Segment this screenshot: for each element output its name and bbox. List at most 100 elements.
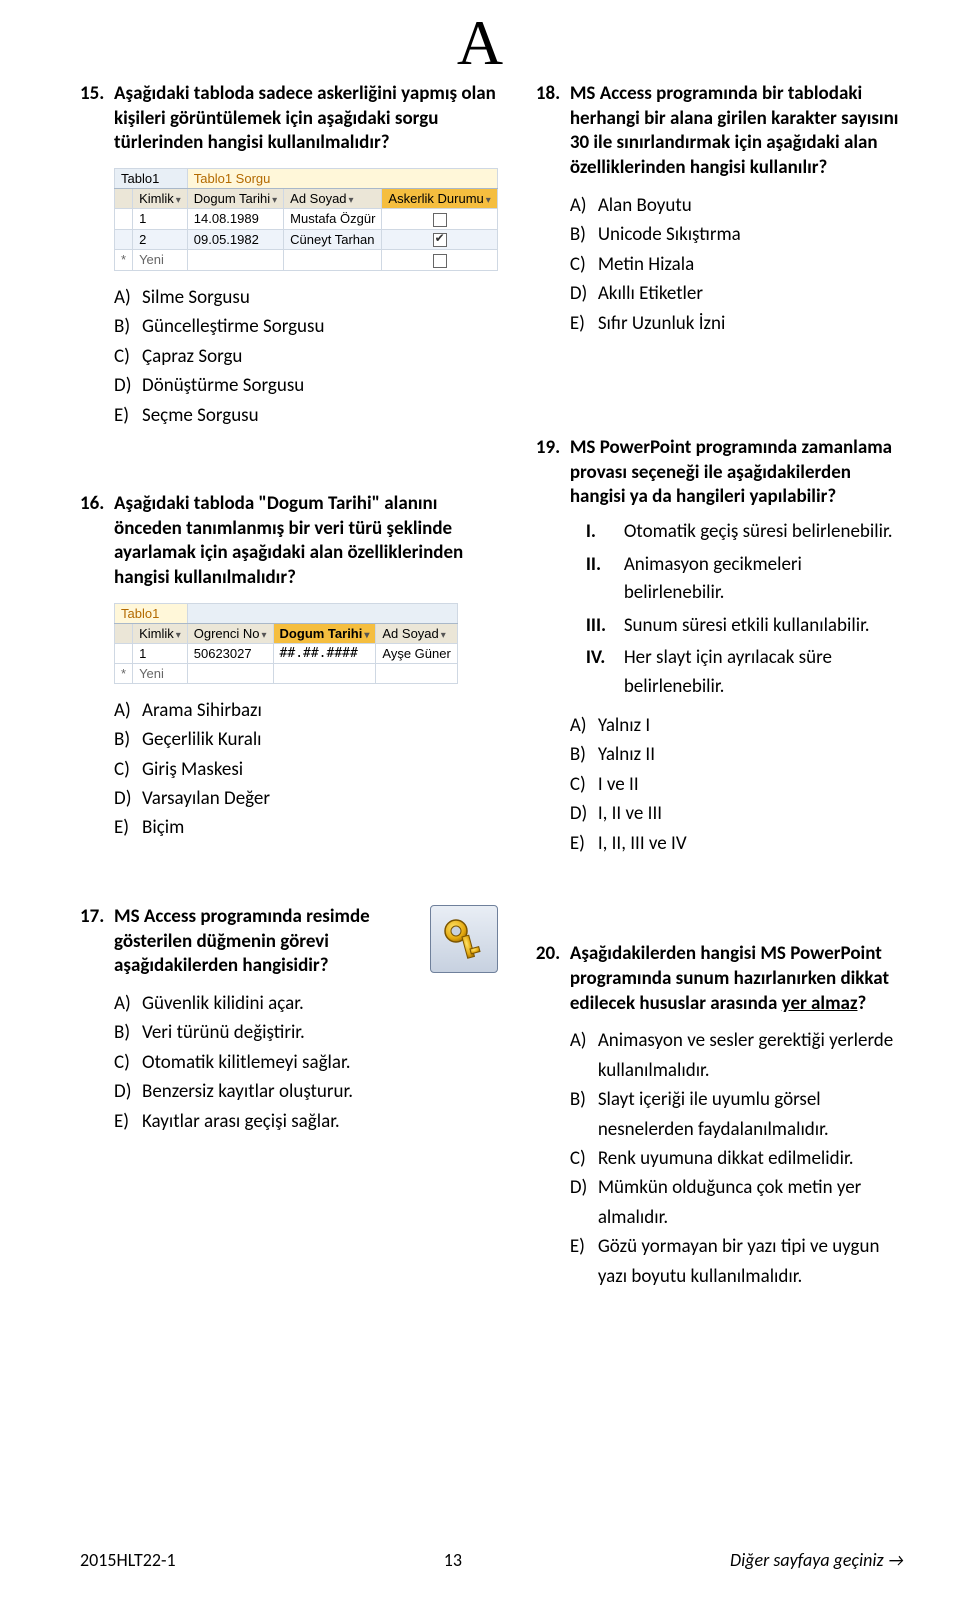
opt-label: D)	[114, 371, 142, 400]
q15-r2-c1: 2	[133, 229, 188, 250]
opt-label: E)	[570, 829, 598, 858]
opt-label: A)	[570, 1026, 598, 1085]
q17-opt-c: Otomatik kilitlemeyi sağlar.	[142, 1048, 351, 1077]
table-row: 2 09.05.1982 Cüneyt Tarhan	[115, 229, 498, 250]
q15-r2-c4	[382, 229, 497, 250]
q15-hdr-kimlik: Kimlik▾	[133, 189, 188, 209]
question-16: 16. Aşağıdaki tabloda "Dogum Tarihi" ala…	[80, 492, 498, 843]
q16-r1-c2: 50623027	[187, 643, 273, 663]
q16-hdr-dogum: Dogum Tarihi▾	[273, 623, 376, 643]
opt-label: B)	[570, 1085, 598, 1144]
q20-opt-d: Mümkün olduğunca çok metin yer almalıdır…	[598, 1173, 904, 1232]
q17-text-span: MS Access programında resimde gösterilen…	[114, 905, 370, 977]
q18-options: A)Alan Boyutu B)Unicode Sıkıştırma C)Met…	[570, 191, 904, 338]
table-row: 1 14.08.1989 Mustafa Özgür	[115, 209, 498, 230]
q16-table: Tablo1 Kimlik▾ Ogrenci No▾ Dogum Tarihi▾…	[114, 603, 458, 684]
q20-opt-e: Gözü yormayan bir yazı tipi ve uygun yaz…	[598, 1232, 904, 1291]
q19-sub-iii-num: III.	[586, 612, 624, 641]
q19-text: MS PowerPoint programında zamanlama prov…	[570, 436, 904, 510]
q17-number: 17.	[80, 905, 114, 930]
q15-opt-c: Çapraz Sorgu	[142, 342, 242, 371]
q18-opt-d: Akıllı Etiketler	[598, 279, 703, 308]
question-20: 20. Aşağıdakilerden hangisi MS PowerPoin…	[536, 942, 904, 1291]
opt-label: C)	[114, 1048, 142, 1077]
opt-label: B)	[114, 725, 142, 754]
q15-r1-c4	[382, 209, 497, 230]
q15-tab2: Tablo1 Sorgu	[187, 169, 497, 189]
q15-text: Aşağıdaki tabloda sadece askerliğini yap…	[114, 82, 498, 156]
q16-opt-d: Varsayılan Değer	[142, 784, 270, 813]
q19-opt-a: Yalnız I	[598, 711, 650, 740]
q20-opt-b: Slayt içeriği ile uyumlu görsel nesneler…	[598, 1085, 904, 1144]
q16-r2-c1: Yeni	[133, 663, 188, 683]
opt-label: A)	[114, 989, 142, 1018]
q17-opt-d: Benzersiz kayıtlar oluşturur.	[142, 1077, 353, 1106]
q15-opt-e: Seçme Sorgusu	[142, 401, 259, 430]
q19-opt-e: I, II, III ve IV	[598, 829, 687, 858]
right-column: 18. MS Access programında bir tablodaki …	[536, 82, 904, 1353]
table-row: * Yeni	[115, 250, 498, 271]
opt-label: A)	[570, 711, 598, 740]
opt-label: B)	[114, 312, 142, 341]
opt-label: D)	[114, 784, 142, 813]
opt-label: C)	[570, 250, 598, 279]
q16-number: 16.	[80, 492, 114, 591]
content-columns: 15. Aşağıdaki tabloda sadece askerliğini…	[80, 82, 904, 1353]
opt-label: D)	[570, 279, 598, 308]
opt-label: E)	[570, 1232, 598, 1291]
opt-label: B)	[570, 740, 598, 769]
table-row: * Yeni	[115, 663, 458, 683]
opt-label: C)	[570, 1144, 598, 1173]
q16-opt-e: Biçim	[142, 813, 184, 842]
key-icon	[430, 905, 498, 973]
q16-opt-a: Arama Sihirbazı	[142, 696, 262, 725]
q15-table-image: Tablo1 Tablo1 Sorgu Kimlik▾ Dogum Tarihi…	[114, 168, 498, 271]
q16-opt-c: Giriş Maskesi	[142, 755, 243, 784]
question-15: 15. Aşağıdaki tabloda sadece askerliğini…	[80, 82, 498, 430]
q15-r2-c3: Cüneyt Tarhan	[284, 229, 382, 250]
q20-opt-a: Animasyon ve sesler gerektiği yerlerde k…	[598, 1026, 904, 1085]
q15-opt-a: Silme Sorgusu	[142, 283, 250, 312]
q16-table-image: Tablo1 Kimlik▾ Ogrenci No▾ Dogum Tarihi▾…	[114, 603, 498, 684]
opt-label: A)	[114, 283, 142, 312]
opt-label: D)	[570, 799, 598, 828]
footer-code: 2015HLT22-1	[80, 1549, 176, 1571]
q19-sub-i-num: I.	[586, 518, 624, 547]
opt-label: A)	[570, 191, 598, 220]
q15-r1-c2: 14.08.1989	[187, 209, 283, 230]
q19-options: A)Yalnız I B)Yalnız II C)I ve II D)I, II…	[570, 711, 904, 858]
page-letter: A	[0, 6, 960, 80]
q20-number: 20.	[536, 942, 570, 1016]
q15-r2-c2: 09.05.1982	[187, 229, 283, 250]
q20-text-underline: yer almaz	[782, 992, 858, 1015]
footer-page-number: 13	[444, 1549, 462, 1571]
q16-r1-c3: ##.##.####	[273, 643, 376, 663]
q15-hdr-dogum: Dogum Tarihi▾	[187, 189, 283, 209]
q17-text: MS Access programında resimde gösterilen…	[114, 905, 498, 979]
q17-opt-a: Güvenlik kilidini açar.	[142, 989, 304, 1018]
q20-opt-c: Renk uyumuna dikkat edilmelidir.	[598, 1144, 854, 1173]
opt-label: E)	[114, 401, 142, 430]
q15-tab1: Tablo1	[115, 169, 188, 189]
q16-text: Aşağıdaki tabloda "Dogum Tarihi" alanını…	[114, 492, 498, 591]
q19-sub-ii: Animasyon gecikmeleri belirlenebilir.	[624, 551, 904, 608]
q18-opt-a: Alan Boyutu	[598, 191, 692, 220]
q16-opt-b: Geçerlilik Kuralı	[142, 725, 262, 754]
q19-opt-d: I, II ve III	[598, 799, 662, 828]
q15-hdr-askerlik: Askerlik Durumu▾	[382, 189, 497, 209]
q17-options: A)Güvenlik kilidini açar. B)Veri türünü …	[114, 989, 498, 1136]
q18-opt-b: Unicode Sıkıştırma	[598, 220, 741, 249]
q18-text: MS Access programında bir tablodaki herh…	[570, 82, 904, 181]
q19-number: 19.	[536, 436, 570, 510]
q19-sub-ii-num: II.	[586, 551, 624, 608]
opt-label: E)	[570, 309, 598, 338]
q19-sub-iv: Her slayt için ayrılacak süre belirleneb…	[624, 644, 904, 701]
q20-options: A)Animasyon ve sesler gerektiği yerlerde…	[570, 1026, 904, 1291]
q16-hdr-adsoyad: Ad Soyad▾	[376, 623, 457, 643]
q15-opt-d: Dönüştürme Sorgusu	[142, 371, 304, 400]
q19-sub-i: Otomatik geçiş süresi belirlenebilir.	[624, 518, 893, 547]
q18-opt-c: Metin Hizala	[598, 250, 694, 279]
opt-label: C)	[114, 755, 142, 784]
page-footer: 2015HLT22-1 13 Diğer sayfaya geçiniz →	[80, 1549, 904, 1571]
q15-r3-c1: Yeni	[133, 250, 188, 271]
